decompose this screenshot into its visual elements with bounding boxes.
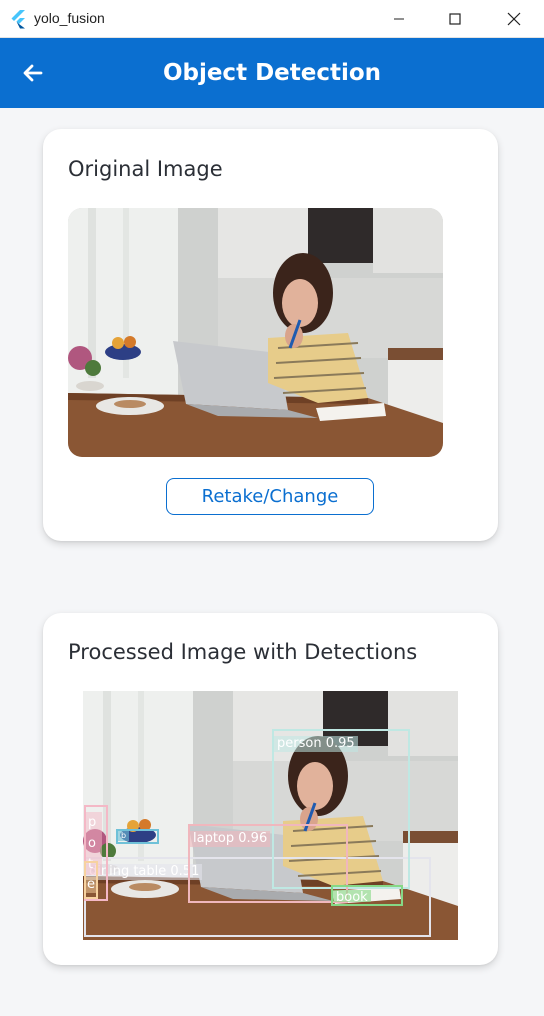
detection-label-book: book xyxy=(333,890,371,902)
window-title: yolo_fusion xyxy=(34,10,105,26)
minimize-button[interactable] xyxy=(370,0,428,38)
back-button[interactable] xyxy=(14,54,52,92)
minimize-icon xyxy=(394,18,404,20)
page-title: Object Detection xyxy=(162,60,382,86)
processed-image-card: Processed Image with Detections dining t… xyxy=(43,613,498,965)
close-window-button[interactable] xyxy=(485,0,543,38)
detection-label-item: e xyxy=(86,877,96,893)
window-titlebar: yolo_fusion xyxy=(0,0,544,38)
processed-image: dining table 0.51 person 0.95 laptop 0.9… xyxy=(83,691,458,940)
original-image xyxy=(68,208,443,457)
detection-label-laptop: laptop 0.96 xyxy=(190,831,271,847)
detection-label-bowl: b xyxy=(118,831,130,841)
maximize-icon xyxy=(449,13,461,25)
original-image-title: Original Image xyxy=(68,157,223,181)
detection-label-person: person 0.95 xyxy=(274,736,358,752)
arrow-left-icon xyxy=(23,64,43,82)
original-image-picture xyxy=(68,208,443,457)
app-bar: Object Detection xyxy=(0,38,544,108)
processed-image-title: Processed Image with Detections xyxy=(68,640,418,664)
close-icon xyxy=(507,12,521,26)
retake-change-button[interactable]: Retake/Change xyxy=(166,478,374,515)
flutter-logo-icon xyxy=(11,10,25,29)
original-image-card: Original Image Retake/Change xyxy=(43,129,498,541)
maximize-button[interactable] xyxy=(426,0,484,38)
